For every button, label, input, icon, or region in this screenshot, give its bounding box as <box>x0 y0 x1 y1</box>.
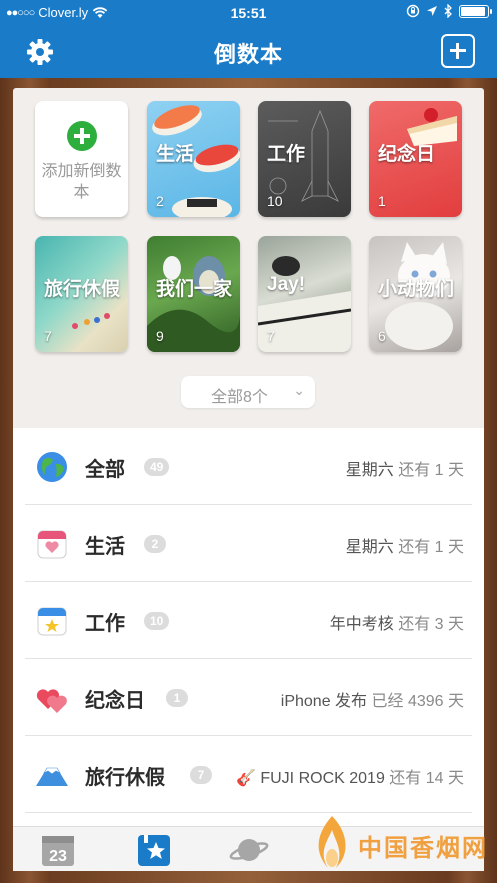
event-status: 还有 14 天 <box>389 770 464 787</box>
category-tile-travel[interactable]: 旅行休假 7 <box>35 236 128 352</box>
category-list: 全部 49 星期六 还有 1 天 生活 2 星期六 还有 1 天 工作 10 年… <box>13 428 484 826</box>
count-badge: 7 <box>190 766 212 784</box>
category-tile-work[interactable]: 工作 10 <box>258 101 351 217</box>
mount-fuji-icon <box>36 767 68 786</box>
hearts-icon <box>36 689 67 713</box>
rotation-lock-icon <box>406 4 420 18</box>
row-title: 全部 <box>85 459 125 481</box>
list-row-all[interactable]: 全部 49 星期六 还有 1 天 <box>13 428 484 505</box>
watermark: 中国香烟网 <box>306 812 494 874</box>
list-row-life[interactable]: 生活 2 星期六 还有 1 天 <box>13 505 484 582</box>
tile-count: 7 <box>44 328 52 344</box>
show-all-dropdown[interactable]: 全部8个 ⌄ <box>181 376 315 408</box>
calendar-tab-icon[interactable]: 23 <box>41 833 75 867</box>
status-right <box>406 4 492 18</box>
tile-label: 小动物们 <box>378 279 455 300</box>
tile-label: 纪念日 <box>378 144 436 165</box>
battery-icon <box>459 4 492 18</box>
category-tile-jay[interactable]: Jay! 7 <box>258 236 351 352</box>
row-next-event: 星期六 还有 1 天 <box>346 456 464 480</box>
discover-planet-tab-icon[interactable] <box>229 833 269 867</box>
event-name: 星期六 <box>345 462 394 479</box>
row-title: 旅行休假 <box>85 767 165 789</box>
event-name: 年中考核 <box>329 616 394 633</box>
row-next-event: 🎸 FUJI ROCK 2019 还有 14 天 <box>236 764 464 788</box>
nav-bar: 倒数本 <box>0 26 497 78</box>
event-status: 已经 4396 天 <box>371 693 465 710</box>
add-new-category-button[interactable]: 添加新倒数本 <box>35 101 128 217</box>
tile-label: 旅行休假 <box>44 279 121 300</box>
add-countdown-button[interactable] <box>441 34 475 68</box>
list-row-travel[interactable]: 旅行休假 7 🎸 FUJI ROCK 2019 还有 14 天 <box>13 736 484 813</box>
event-status: 还有 1 天 <box>398 539 464 556</box>
add-tile-label: 添加新倒数本 <box>41 163 122 201</box>
tile-count: 2 <box>156 193 164 209</box>
row-next-event: 星期六 还有 1 天 <box>346 533 464 557</box>
watermark-text: 中国香烟网 <box>358 833 488 862</box>
list-row-work[interactable]: 工作 10 年中考核 还有 3 天 <box>13 582 484 659</box>
category-tile-pets[interactable]: 小动物们 6 <box>369 236 462 352</box>
row-title: 纪念日 <box>85 690 145 712</box>
globe-icon <box>37 452 67 482</box>
tile-label: 生活 <box>156 144 195 165</box>
event-name: 🎸 FUJI ROCK 2019 <box>235 770 385 787</box>
page-title: 倒数本 <box>213 42 283 67</box>
row-title: 生活 <box>85 536 125 558</box>
row-title: 工作 <box>85 613 125 635</box>
event-name: iPhone 发布 <box>280 693 368 710</box>
tile-count: 9 <box>156 328 164 344</box>
event-status: 还有 1 天 <box>398 462 464 479</box>
count-badge: 49 <box>144 458 170 476</box>
event-status: 还有 3 天 <box>398 616 464 633</box>
calendar-day-number: 23 <box>49 848 67 865</box>
status-bar: ●●○○○ Clover.ly 15:51 <box>0 0 497 26</box>
location-arrow-icon <box>427 6 437 16</box>
event-name: 星期六 <box>345 539 394 556</box>
count-badge: 2 <box>144 535 166 553</box>
row-next-event: 年中考核 还有 3 天 <box>330 610 464 634</box>
tile-count: 7 <box>267 328 275 344</box>
dropdown-label: 全部8个 <box>211 389 268 406</box>
favorites-tab-icon[interactable] <box>137 833 171 867</box>
chevron-down-icon: ⌄ <box>293 382 305 398</box>
tile-count: 10 <box>267 193 283 209</box>
category-tile-life[interactable]: 生活 2 <box>147 101 240 217</box>
tile-count: 6 <box>378 328 386 344</box>
tile-label: Jay! <box>267 274 306 295</box>
bluetooth-icon <box>444 4 452 18</box>
tile-label: 工作 <box>267 144 306 165</box>
count-badge: 10 <box>144 612 170 630</box>
count-badge: 1 <box>166 689 188 707</box>
star-calendar-icon <box>37 607 67 636</box>
category-tile-family[interactable]: 我们一家 9 <box>147 236 240 352</box>
tile-label: 我们一家 <box>156 279 233 300</box>
category-tile-anniversary[interactable]: 纪念日 1 <box>369 101 462 217</box>
row-next-event: iPhone 发布 已经 4396 天 <box>281 687 464 711</box>
heart-calendar-icon <box>37 530 67 559</box>
plus-circle-icon <box>67 121 97 151</box>
battery-level <box>461 6 485 16</box>
flame-logo-icon <box>318 816 346 868</box>
tile-count: 1 <box>378 193 386 209</box>
list-row-anniversary[interactable]: 纪念日 1 iPhone 发布 已经 4396 天 <box>13 659 484 736</box>
